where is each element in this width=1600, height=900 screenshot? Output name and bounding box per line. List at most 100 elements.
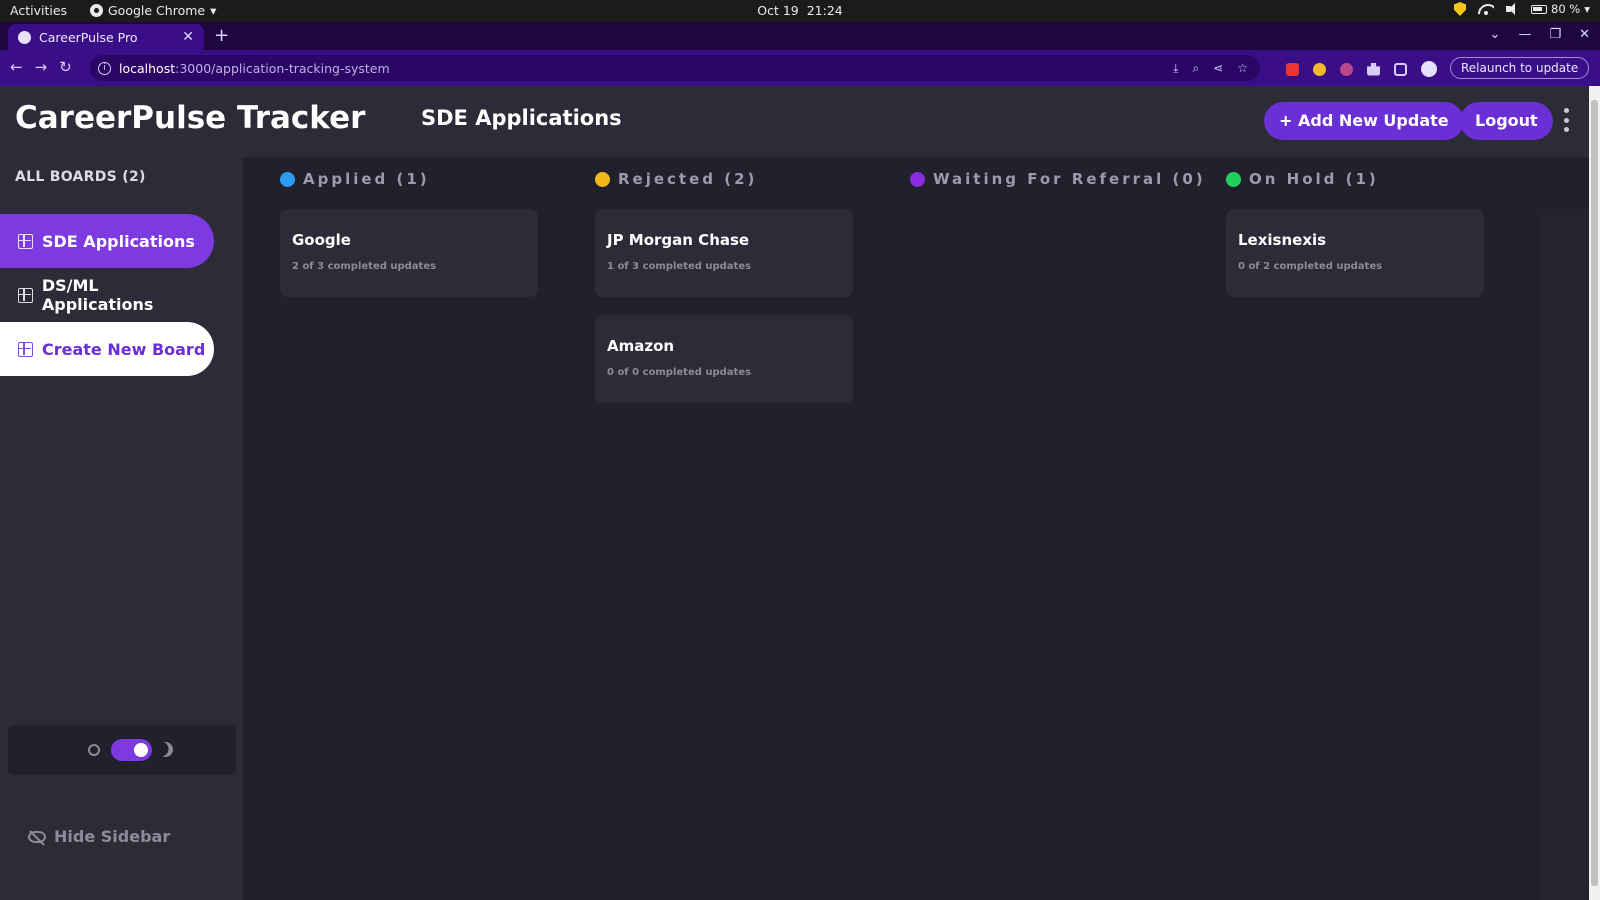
hide-sidebar-label: Hide Sidebar: [54, 827, 171, 846]
browser-tab-strip: CareerPulse Pro ✕ + ⌄ — ❐ ✕: [0, 22, 1600, 50]
create-new-board-button[interactable]: Create New Board: [0, 322, 214, 376]
hide-sidebar-button[interactable]: Hide Sidebar: [28, 827, 170, 846]
minimize-icon[interactable]: —: [1518, 27, 1531, 42]
status-dot: [595, 171, 610, 187]
wifi-icon: [1478, 3, 1494, 15]
task-card[interactable]: Lexisnexis 0 of 2 completed updates: [1226, 209, 1484, 297]
column-title: Applied (1): [303, 170, 430, 188]
board-icon: [18, 341, 33, 357]
board-icon: [18, 287, 33, 303]
extension-red-icon[interactable]: [1286, 62, 1299, 76]
moon-icon: [156, 740, 175, 759]
site-info-icon[interactable]: i: [98, 61, 111, 75]
battery-level: 80 %: [1551, 2, 1581, 16]
shield-icon: [1454, 2, 1466, 16]
sidebar-item-label: DS/ML Applications: [41, 276, 154, 314]
more-options-icon[interactable]: [1564, 108, 1570, 132]
battery-indicator: 80 % ▾: [1531, 2, 1590, 16]
url-path: :3000/application-tracking-system: [175, 60, 390, 76]
app-menu-label: Google Chrome: [108, 3, 206, 18]
relaunch-button[interactable]: Relaunch to update: [1450, 57, 1590, 79]
os-top-bar: Activities Google Chrome ▾ Oct 19 21:24 …: [0, 0, 1600, 22]
close-window-icon[interactable]: ✕: [1579, 27, 1590, 42]
task-card[interactable]: Google 2 of 3 completed updates: [280, 209, 538, 297]
add-new-update-button[interactable]: + Add New Update: [1264, 102, 1464, 140]
tab-search-icon[interactable]: ⌄: [1490, 27, 1501, 42]
window-controls: ⌄ — ❐ ✕: [1490, 27, 1590, 42]
eye-off-icon: [28, 830, 46, 843]
extensions-puzzle-icon[interactable]: [1367, 62, 1380, 76]
dark-mode-toggle[interactable]: [111, 739, 152, 761]
forward-icon[interactable]: →: [35, 58, 48, 76]
clock-date: Oct 19: [757, 3, 799, 18]
page-scrollbar[interactable]: [1589, 86, 1600, 900]
task-card[interactable]: JP Morgan Chase 1 of 3 completed updates: [595, 209, 853, 297]
url-host: localhost: [119, 60, 176, 76]
scrollbar-thumb[interactable]: [1591, 100, 1598, 886]
logout-button[interactable]: Logout: [1460, 102, 1553, 140]
column-header: On Hold (1): [1226, 169, 1379, 189]
back-icon[interactable]: ←: [10, 58, 23, 76]
sidebar-item-dsml-applications[interactable]: DS/ML Applications: [0, 268, 214, 322]
reload-icon[interactable]: ↻: [59, 58, 72, 76]
clock-time: 21:24: [806, 3, 843, 18]
activities-button[interactable]: Activities: [10, 3, 67, 18]
favicon-icon: [18, 30, 31, 44]
task-card[interactable]: Amazon 0 of 0 completed updates: [595, 315, 853, 403]
card-subtitle: 0 of 0 completed updates: [607, 367, 752, 378]
maximize-icon[interactable]: ❐: [1549, 27, 1561, 42]
share-icon[interactable]: ⋖: [1213, 61, 1223, 76]
battery-icon: [1531, 4, 1547, 14]
sidebar-heading: ALL BOARDS (2): [15, 169, 146, 185]
column-title: On Hold (1): [1249, 170, 1379, 188]
sidebar-item-sde-applications[interactable]: SDE Applications: [0, 214, 214, 268]
card-subtitle: 1 of 3 completed updates: [607, 261, 752, 272]
zoom-icon[interactable]: ⌕: [1192, 61, 1199, 76]
status-dot: [910, 171, 925, 187]
column-title: Rejected (2): [618, 170, 758, 188]
card-title: Google: [292, 231, 351, 249]
board-area: Applied (1) Google 2 of 3 completed upda…: [243, 157, 1600, 900]
address-bar[interactable]: i localhost :3000/application-tracking-s…: [90, 55, 1260, 81]
browser-tab[interactable]: CareerPulse Pro ✕: [8, 24, 204, 50]
extension-pink-icon[interactable]: [1340, 62, 1353, 76]
caret-down-icon: ▾: [1584, 2, 1590, 16]
column-header: Applied (1): [280, 169, 430, 189]
install-icon[interactable]: ⤓: [1173, 61, 1178, 76]
column-header: Waiting For Referral (0): [910, 169, 1206, 189]
address-bar-actions: ⤓ ⌕ ⋖ ☆: [1173, 61, 1248, 76]
bookmark-star-icon[interactable]: ☆: [1237, 61, 1248, 76]
close-tab-icon[interactable]: ✕: [182, 29, 194, 45]
create-board-label: Create New Board: [42, 339, 206, 359]
status-dot: [280, 171, 295, 187]
side-panel-icon[interactable]: [1394, 62, 1407, 76]
page-title: SDE Applications: [421, 106, 622, 130]
board-icon: [18, 233, 33, 249]
card-subtitle: 2 of 3 completed updates: [292, 261, 437, 272]
profile-avatar-icon[interactable]: [1421, 61, 1437, 77]
theme-switcher: [8, 725, 236, 775]
app-logo: CareerPulse Tracker: [15, 100, 366, 136]
tab-title: CareerPulse Pro: [39, 29, 138, 45]
nav-buttons: ← → ↻: [10, 58, 72, 76]
sidebar-item-label: SDE Applications: [42, 231, 195, 251]
sun-icon: [88, 744, 100, 756]
sidebar: ALL BOARDS (2) SDE Applications DS/ML Ap…: [0, 157, 243, 900]
volume-icon: [1506, 3, 1519, 15]
column-title: Waiting For Referral (0): [933, 170, 1206, 188]
extension-yellow-icon[interactable]: [1313, 62, 1326, 76]
browser-toolbar: ← → ↻ i localhost :3000/application-trac…: [0, 50, 1600, 86]
extensions-bar: [1286, 61, 1437, 77]
clock[interactable]: Oct 19 21:24: [0, 3, 1600, 18]
chrome-icon: [90, 4, 103, 17]
app-menu[interactable]: Google Chrome ▾: [90, 3, 216, 18]
new-tab-button[interactable]: +: [214, 25, 229, 46]
card-subtitle: 0 of 2 completed updates: [1238, 261, 1383, 272]
app-header: CareerPulse Tracker SDE Applications + A…: [0, 86, 1600, 157]
card-title: JP Morgan Chase: [607, 231, 750, 249]
card-title: Lexisnexis: [1238, 231, 1327, 249]
toggle-knob: [134, 743, 148, 757]
system-tray[interactable]: 80 % ▾: [1454, 2, 1590, 16]
card-title: Amazon: [607, 337, 675, 355]
caret-down-icon: ▾: [210, 3, 217, 18]
